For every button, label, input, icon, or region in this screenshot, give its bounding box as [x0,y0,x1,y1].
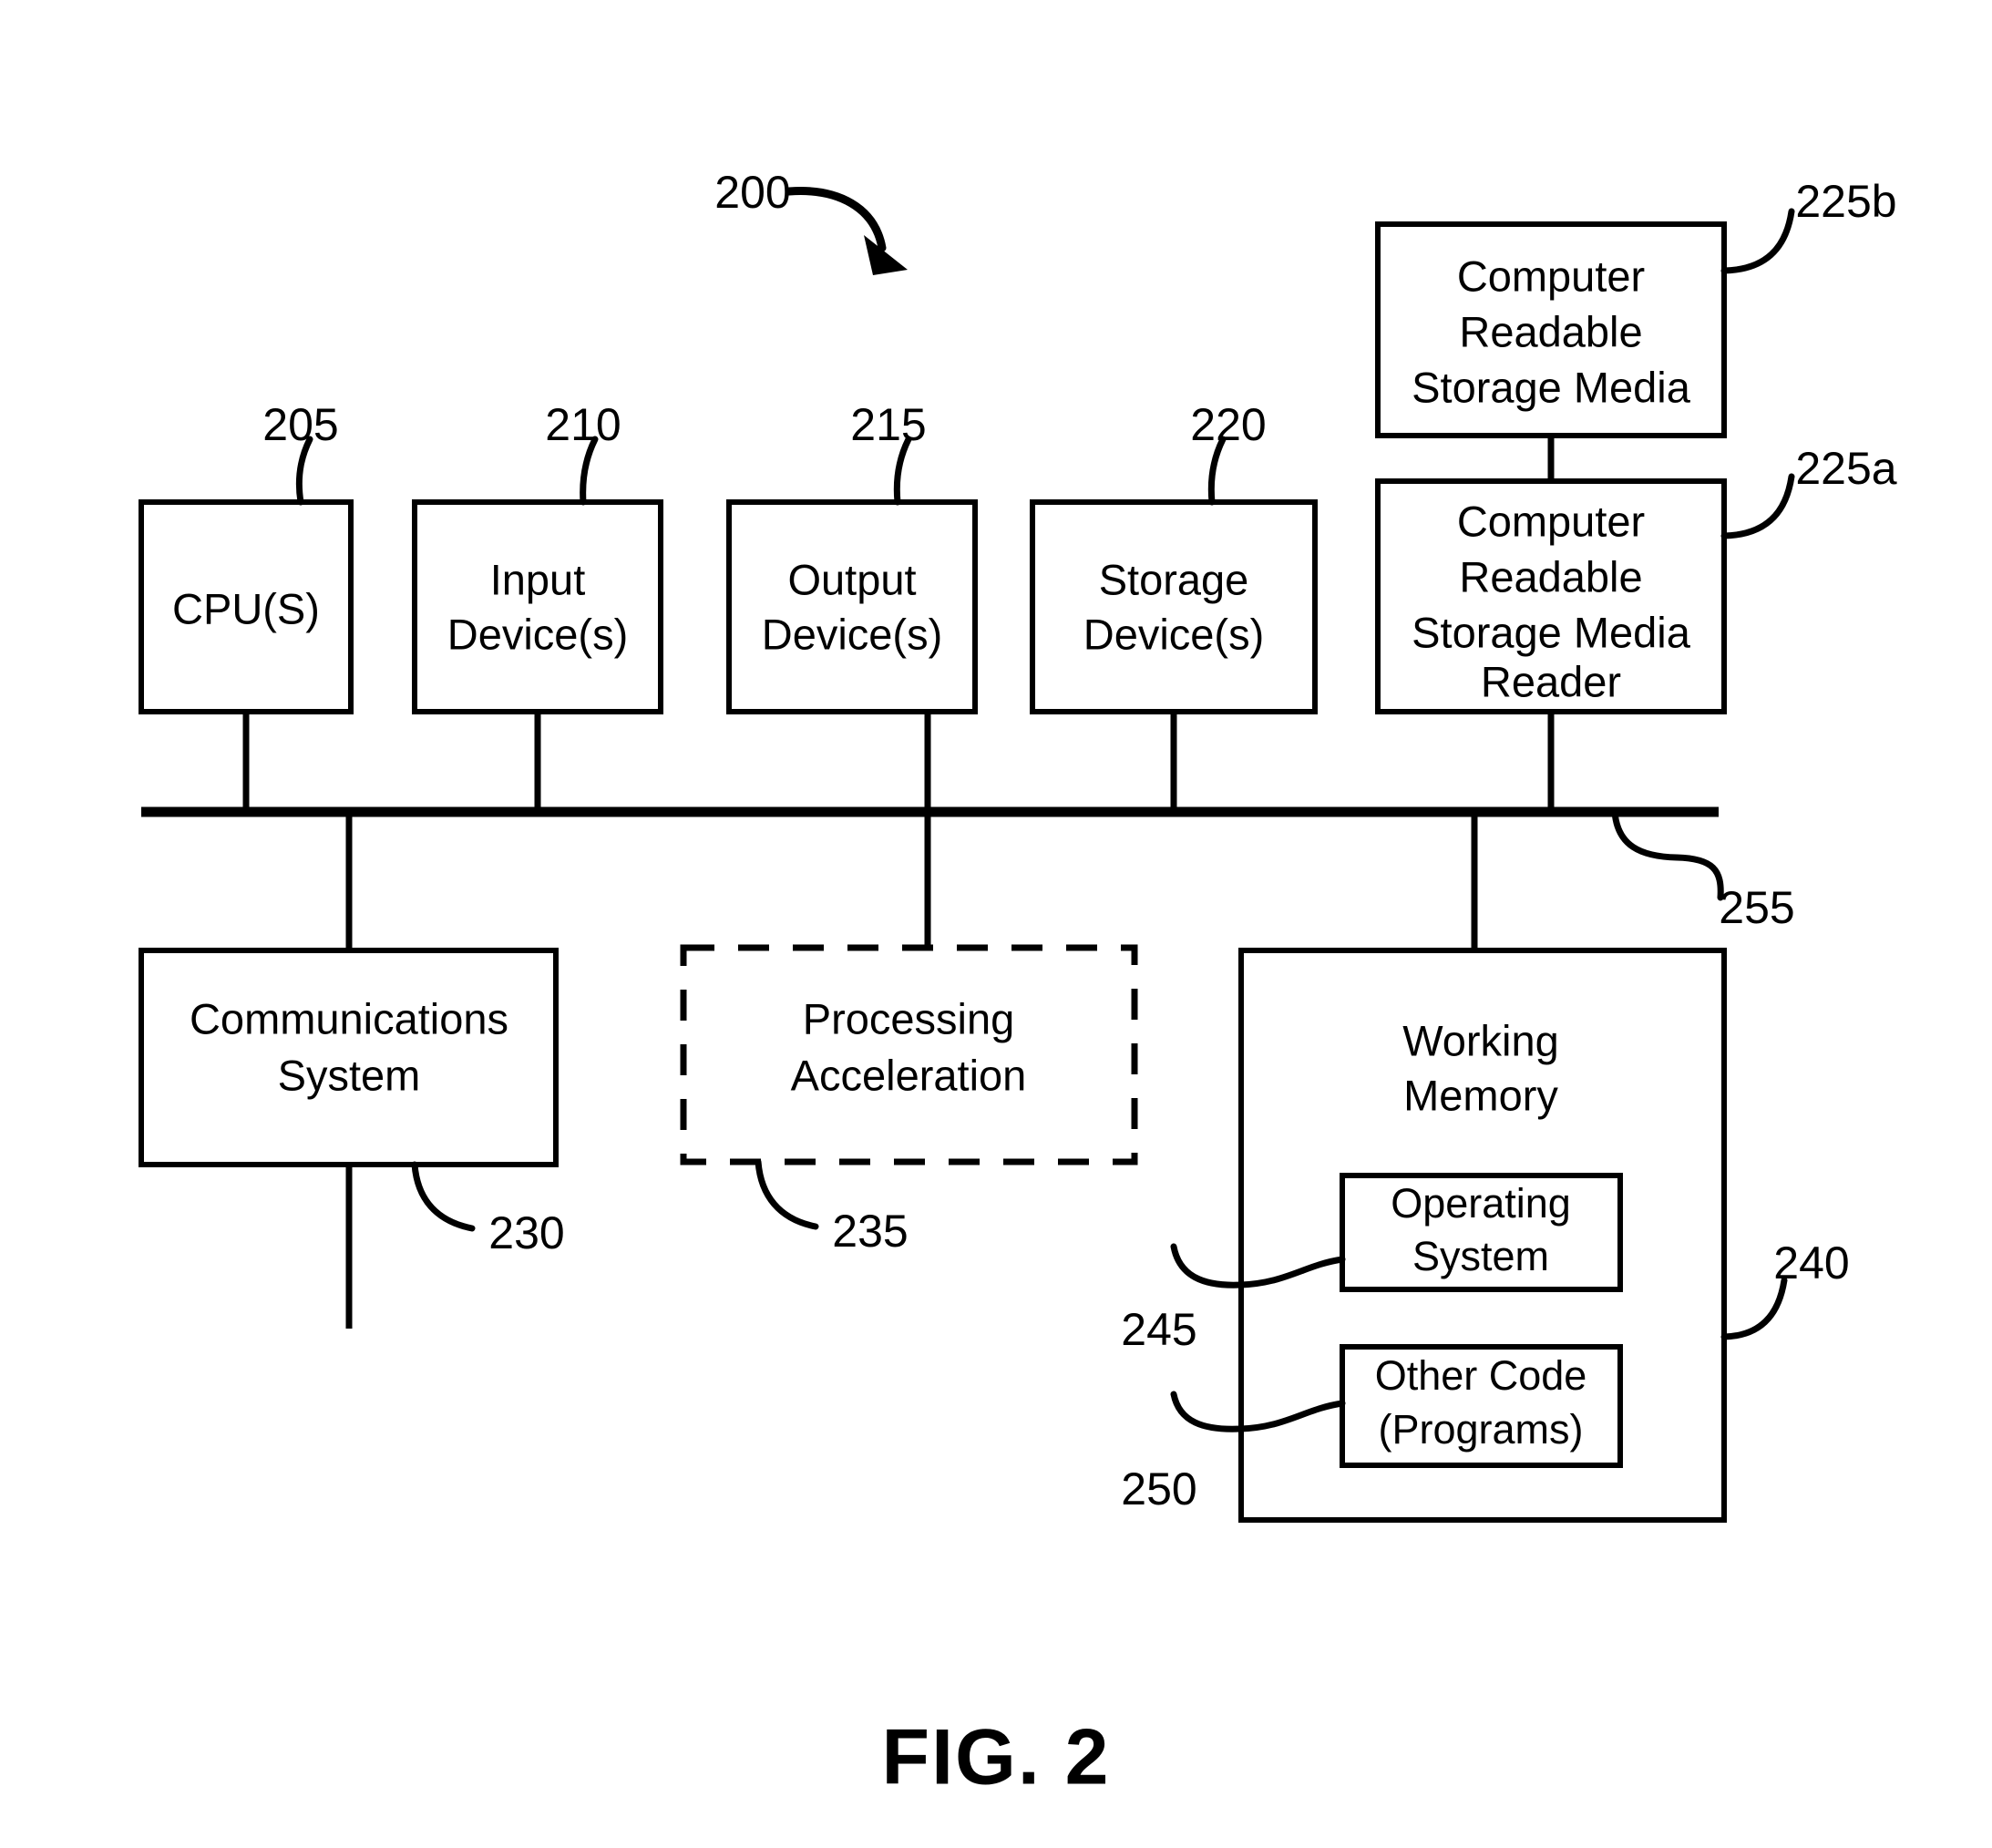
ref-num-210: 210 [545,399,621,450]
figure-caption: FIG. 2 [882,1714,1111,1802]
ref-num-215: 215 [850,399,926,450]
ref-num-240: 240 [1773,1237,1849,1288]
ref-num-255: 255 [1719,882,1794,933]
patent-figure: CPU(S) Input Device(s) Output Device(s) … [0,0,1992,1848]
ref-num-235: 235 [832,1206,908,1257]
ref-num-250: 250 [1121,1463,1196,1514]
ref-num-225b: 225b [1795,176,1896,227]
ref-num-200: 200 [714,167,790,218]
ref-num-220: 220 [1190,399,1266,450]
ref-num-205: 205 [262,399,338,450]
ref-num-230: 230 [488,1207,564,1258]
ref-num-245: 245 [1121,1304,1196,1355]
ref-num-225a: 225a [1795,443,1896,494]
reference-numeral-layer: 200 205 210 215 220 225b 225a 255 230 23… [262,167,1897,1802]
